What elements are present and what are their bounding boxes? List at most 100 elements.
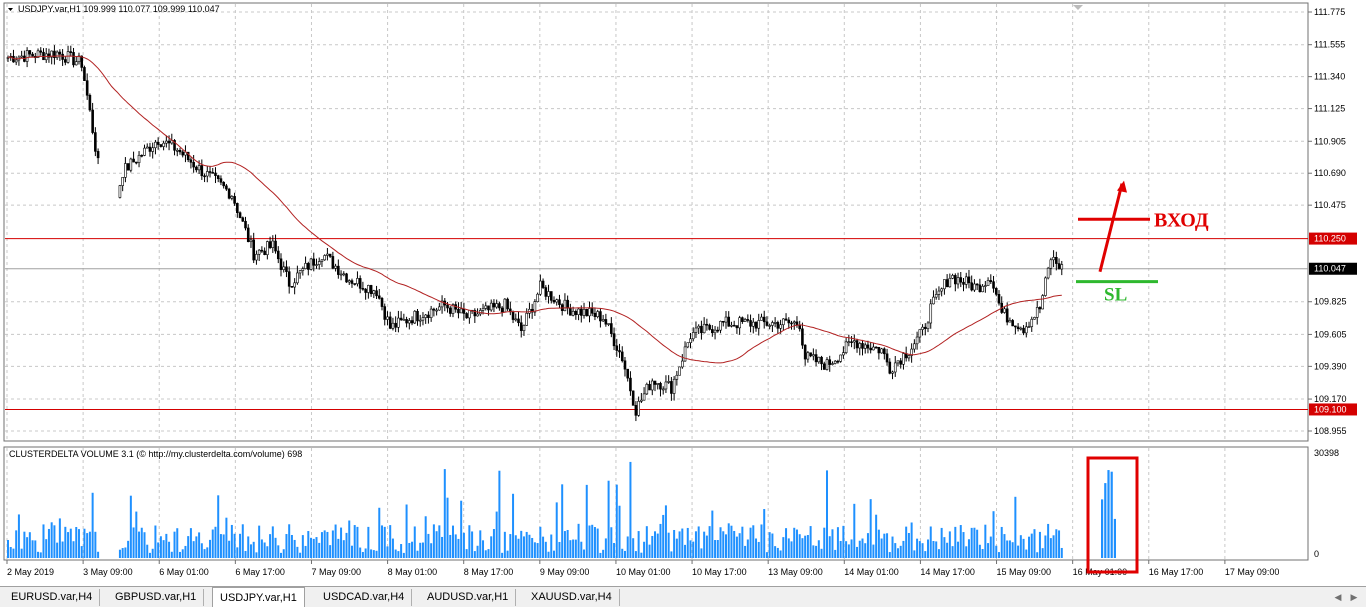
candle-body: [1005, 308, 1009, 323]
candle-body: [25, 50, 29, 62]
candle-body: [214, 172, 217, 176]
volume-bar: [195, 536, 198, 558]
candle-body: [489, 302, 493, 311]
volume-bar: [239, 533, 242, 558]
candle-body: [790, 322, 793, 325]
volume-bar: [140, 527, 143, 558]
volume-bar: [899, 545, 902, 558]
volume-bar: [654, 531, 657, 558]
tab-xauusd-var-h4[interactable]: XAUUSD.var,H4: [524, 589, 620, 606]
candle-body: [724, 316, 728, 323]
candle-body: [607, 323, 610, 325]
volume-bar: [995, 545, 998, 558]
candle-body: [994, 287, 998, 295]
candle-body: [678, 366, 681, 376]
dropdown-arrow-icon: [8, 8, 13, 11]
scroll-left-icon[interactable]: ◀: [1332, 591, 1344, 603]
volume-bar: [1049, 538, 1052, 558]
candle-body: [457, 308, 460, 314]
price-tick-label: 111.775: [1314, 7, 1345, 17]
volume-bar: [1028, 536, 1031, 558]
volume-bar: [91, 492, 94, 558]
scroll-right-icon[interactable]: ▶: [1348, 591, 1360, 603]
volume-bar: [591, 524, 594, 558]
volume-bar: [746, 539, 749, 558]
volume-bar: [760, 524, 763, 558]
candle-body: [738, 317, 741, 329]
tab-audusd-var-h1[interactable]: AUDUSD.var,H1: [420, 589, 517, 606]
volume-bar: [151, 548, 154, 558]
volume-bar: [793, 527, 796, 558]
volume-bar: [768, 532, 771, 558]
candle-body: [719, 320, 722, 331]
volume-bar: [604, 538, 607, 558]
volume-bar: [615, 484, 618, 558]
candle-body: [252, 239, 255, 261]
volume-bar: [716, 540, 719, 558]
time-axis-label: 2 May 2019: [7, 567, 54, 577]
candle-body: [462, 308, 466, 314]
volume-bar: [787, 538, 790, 558]
candle-body: [208, 171, 212, 173]
candle-body: [1033, 317, 1036, 320]
volume-bar: [599, 552, 602, 558]
volume-bar: [487, 549, 490, 558]
volume-bar: [744, 545, 747, 558]
tab-usdcad-var-h4[interactable]: USDCAD.var,H4: [316, 589, 413, 606]
candle-body: [39, 50, 43, 53]
candle-body: [66, 51, 70, 63]
candle-body: [855, 340, 859, 349]
volume-bar: [804, 535, 807, 558]
volume-bar: [260, 539, 263, 558]
volume-bar: [277, 545, 280, 558]
candle-body: [828, 359, 832, 365]
volume-bar: [932, 541, 935, 558]
candle-body: [544, 287, 548, 297]
tab-gbpusd-var-h1[interactable]: GBPUSD.var,H1: [108, 589, 205, 606]
candle-body: [1019, 327, 1023, 330]
tab-usdjpy-var-h1[interactable]: USDJPY.var,H1: [212, 587, 305, 607]
candle-body: [588, 308, 591, 317]
volume-bars-group: [7, 461, 1116, 558]
volume-bar: [318, 542, 321, 558]
time-axis-label: 10 May 17:00: [692, 567, 747, 577]
volume-bar: [271, 526, 274, 558]
volume-bar: [184, 545, 187, 558]
candle-body: [386, 316, 389, 320]
candle-body: [681, 360, 684, 368]
candle-body: [959, 277, 963, 283]
volume-bar: [678, 531, 681, 558]
volume-bar-highlighted: [1104, 483, 1107, 558]
candle-body: [391, 322, 395, 329]
volume-bar: [315, 537, 318, 558]
candle-body: [705, 323, 709, 326]
candle-body: [222, 181, 225, 187]
volume-bar: [285, 534, 288, 558]
volume-bar: [301, 535, 304, 558]
candle-body: [637, 400, 640, 416]
volume-bar: [959, 525, 962, 558]
volume-bar: [1044, 535, 1047, 558]
tab-eurusd-var-h4[interactable]: EURUSD.var,H4: [4, 589, 101, 606]
volume-bar: [779, 550, 782, 558]
volume-bar: [400, 544, 403, 558]
volume-bar: [1038, 531, 1041, 558]
candle-body: [888, 361, 892, 374]
candle-body: [500, 307, 504, 313]
candle-body: [72, 52, 75, 66]
candle-body: [189, 159, 193, 163]
volume-bar: [697, 526, 700, 558]
candle-body: [74, 61, 78, 66]
candle-body: [779, 324, 782, 329]
candle-body: [358, 278, 362, 289]
candle-body: [812, 354, 815, 357]
volume-bar: [233, 533, 236, 558]
volume-bar: [539, 526, 542, 558]
chart-area[interactable]: 111.775 111.555 111.340 111.125 110.905 110.6…: [0, 0, 1366, 586]
candle-body: [448, 307, 452, 314]
volume-bar: [77, 529, 80, 558]
candle-body: [165, 140, 168, 144]
candle-body: [55, 51, 59, 58]
volume-bar: [547, 551, 550, 558]
time-axis-label: 14 May 01:00: [844, 567, 899, 577]
